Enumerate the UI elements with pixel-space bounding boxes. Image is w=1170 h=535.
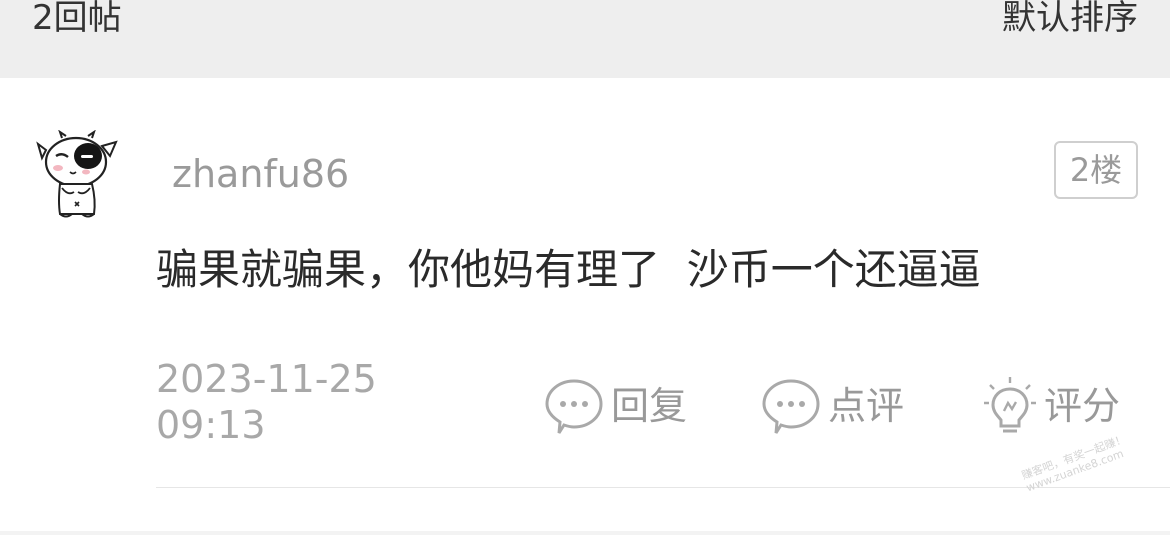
- bottom-separator: [0, 531, 1170, 535]
- reply-button[interactable]: 回复: [543, 374, 687, 438]
- comment-label: 点评: [828, 384, 905, 428]
- timestamp-date: 2023-11-25: [156, 357, 377, 401]
- speech-bubble-icon: [762, 379, 820, 434]
- thread-header: 2回帖 默认排序: [0, 0, 1170, 78]
- post-divider: [156, 487, 1170, 488]
- reply-label: 回复: [611, 384, 688, 428]
- floor-badge: 2楼: [1054, 141, 1138, 199]
- speech-bubble-icon: [545, 379, 603, 434]
- username[interactable]: zhanfu86: [172, 152, 349, 196]
- avatar[interactable]: [36, 129, 120, 220]
- rate-button[interactable]: 评分: [982, 374, 1120, 438]
- sort-order-button[interactable]: 默认排序: [1002, 0, 1138, 38]
- lightbulb-icon: [984, 377, 1036, 433]
- post-floor-2: zhanfu86 2楼 骗果就骗果，你他妈有理了 沙币一个还逼逼 2023-11…: [0, 78, 1170, 535]
- comment-button[interactable]: 点评: [760, 374, 904, 438]
- reply-count: 2回帖: [32, 0, 122, 38]
- post-timestamp: 2023-11-25 09:13: [156, 356, 377, 448]
- timestamp-time: 09:13: [156, 403, 266, 447]
- cow-avatar-icon: [36, 129, 118, 218]
- rate-label: 评分: [1044, 384, 1121, 428]
- post-content: 骗果就骗果，你他妈有理了 沙币一个还逼逼: [156, 245, 981, 294]
